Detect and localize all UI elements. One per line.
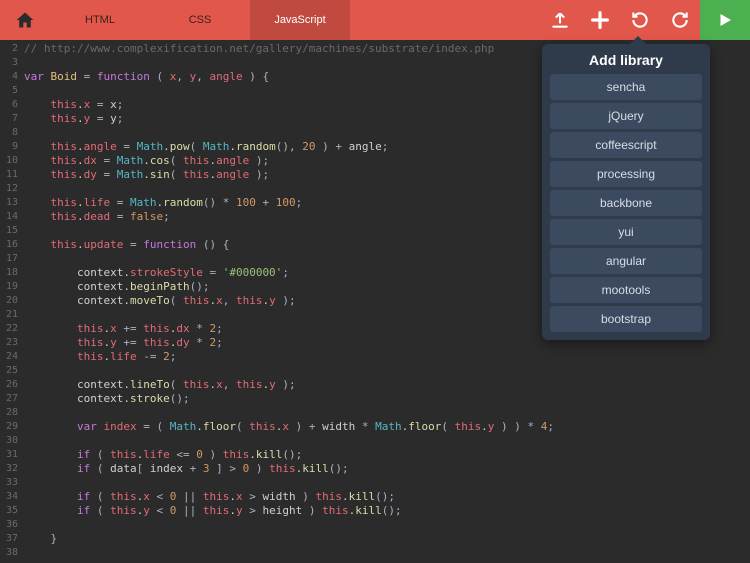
code-line[interactable] xyxy=(24,406,750,420)
popover-title: Add library xyxy=(550,52,702,68)
home-button[interactable] xyxy=(0,0,50,40)
code-line[interactable]: this.life -= 2; xyxy=(24,350,750,364)
library-item-processing[interactable]: processing xyxy=(550,161,702,187)
code-line[interactable]: var index = ( Math.floor( this.x ) + wid… xyxy=(24,420,750,434)
line-gutter: 2345678910111213141516171819202122232425… xyxy=(0,40,22,563)
add-library-popover: Add library sencha jQuery coffeescript proc… xyxy=(542,44,710,340)
play-icon xyxy=(716,11,734,29)
code-line[interactable]: if ( this.y < 0 || this.y > height ) thi… xyxy=(24,504,750,518)
plus-icon xyxy=(589,9,611,31)
code-line[interactable]: } xyxy=(24,532,750,546)
library-list: sencha jQuery coffeescript processing backbo… xyxy=(550,74,702,332)
code-line[interactable] xyxy=(24,518,750,532)
library-item-jquery[interactable]: jQuery xyxy=(550,103,702,129)
home-icon xyxy=(15,10,35,30)
toolbar: HTML CSS JavaScript xyxy=(0,0,750,40)
code-line[interactable] xyxy=(24,546,750,560)
library-item-angular[interactable]: angular xyxy=(550,248,702,274)
code-line[interactable]: if ( data[ index + 3 ] > 0 ) this.kill()… xyxy=(24,462,750,476)
code-line[interactable] xyxy=(24,364,750,378)
upload-icon xyxy=(550,10,570,30)
toolbar-right xyxy=(540,0,750,40)
code-line[interactable]: context.lineTo( this.x, this.y ); xyxy=(24,378,750,392)
tab-css[interactable]: CSS xyxy=(150,0,250,40)
code-line[interactable]: if ( this.x < 0 || this.x > width ) this… xyxy=(24,490,750,504)
library-item-backbone[interactable]: backbone xyxy=(550,190,702,216)
library-item-bootstrap[interactable]: bootstrap xyxy=(550,306,702,332)
run-button[interactable] xyxy=(700,0,750,40)
library-item-mootools[interactable]: mootools xyxy=(550,277,702,303)
tab-javascript[interactable]: JavaScript xyxy=(250,0,350,40)
redo-button[interactable] xyxy=(660,0,700,40)
undo-icon xyxy=(630,10,650,30)
tabs: HTML CSS JavaScript xyxy=(50,0,350,40)
code-line[interactable]: if ( this.life <= 0 ) this.kill(); xyxy=(24,448,750,462)
redo-icon xyxy=(670,10,690,30)
code-line[interactable] xyxy=(24,434,750,448)
library-item-sencha[interactable]: sencha xyxy=(550,74,702,100)
add-button[interactable] xyxy=(580,0,620,40)
code-line[interactable] xyxy=(24,476,750,490)
code-line[interactable]: context.stroke(); xyxy=(24,392,750,406)
library-item-coffeescript[interactable]: coffeescript xyxy=(550,132,702,158)
undo-button[interactable] xyxy=(620,0,660,40)
library-item-yui[interactable]: yui xyxy=(550,219,702,245)
tab-html[interactable]: HTML xyxy=(50,0,150,40)
upload-button[interactable] xyxy=(540,0,580,40)
